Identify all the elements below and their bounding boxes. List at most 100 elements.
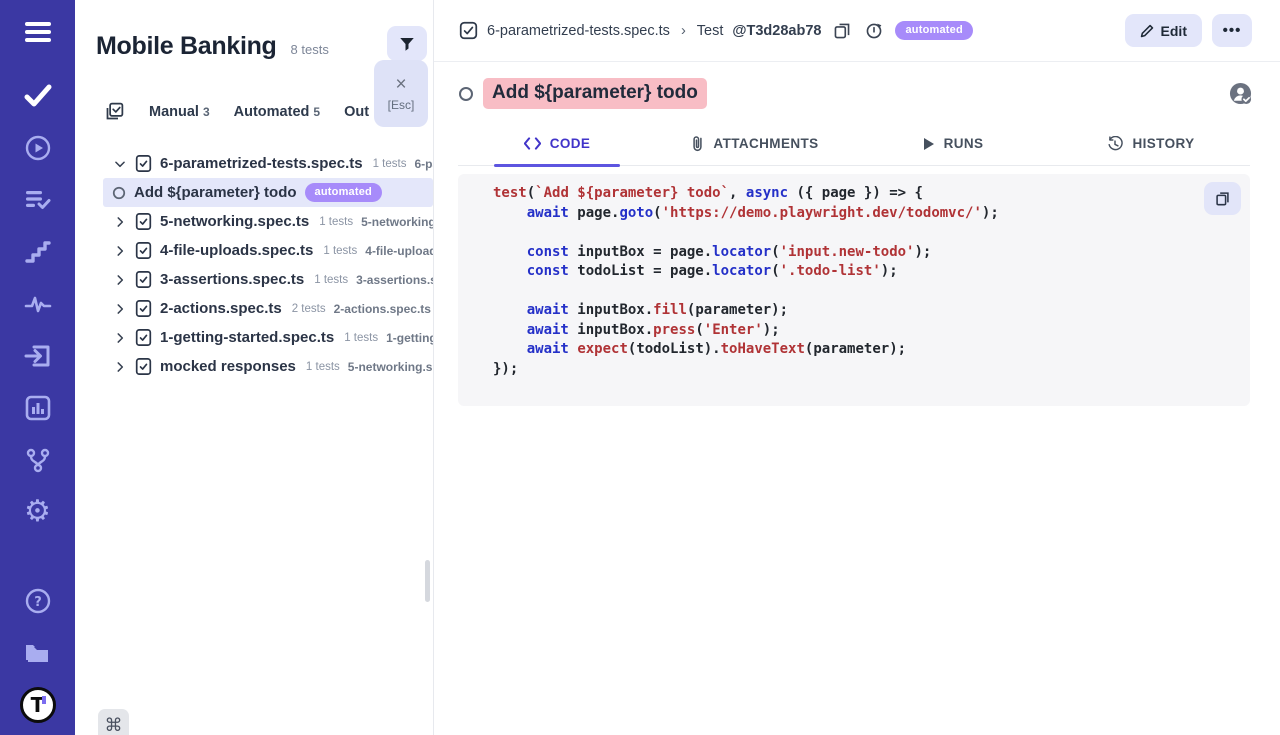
tree-row-suite-mocked-responses[interactable]: mocked responses 1 tests 5-networking.sp… [75, 352, 433, 381]
branch-icon [25, 447, 51, 473]
sidebar-item-tests[interactable] [0, 70, 75, 122]
logo-icon: T [20, 687, 56, 723]
chevron-right-icon[interactable] [113, 244, 127, 258]
tree-row-suite-2-actions[interactable]: 2-actions.spec.ts 2 tests 2-actions.spec… [75, 294, 433, 323]
copy-code-button[interactable] [1204, 182, 1241, 215]
folder-icon [24, 641, 52, 665]
sidebar-item-test-plans[interactable] [0, 174, 75, 226]
app-sidebar: ⚙ ? T [0, 0, 75, 735]
filter-button[interactable] [387, 26, 427, 61]
list-scrollbar-thumb[interactable] [425, 560, 430, 602]
detail-topbar: 6-parametrized-tests.spec.ts › Test @T3d… [434, 0, 1280, 62]
edit-button[interactable]: Edit [1125, 14, 1202, 47]
tree-row-suite-6-parametrized[interactable]: 6-parametrized-tests.spec.ts 1 tests 6-p… [75, 149, 433, 178]
avatar-check-icon [1229, 82, 1252, 105]
user-avatar[interactable] [1229, 82, 1252, 105]
filter-tabs: Manual3 Automated5 Out [104, 101, 369, 122]
code-block[interactable]: test(`Add ${parameter} todo`, async ({ p… [493, 184, 1230, 379]
chevron-right-icon[interactable] [113, 302, 127, 316]
test-detail-panel: 6-parametrized-tests.spec.ts › Test @T3d… [434, 0, 1280, 735]
test-status-circle-icon [459, 87, 473, 101]
spec-file-icon [135, 299, 152, 318]
tab-history[interactable]: HISTORY [1052, 124, 1250, 165]
tree-row-suite-1-getting-started[interactable]: 1-getting-started.spec.ts 1 tests 1-gett… [75, 323, 433, 352]
filter-tab-manual[interactable]: Manual3 [149, 104, 210, 120]
sidebar-item-branches[interactable] [0, 434, 75, 486]
filter-tab-outdated[interactable]: Out [344, 104, 369, 120]
sidebar-item-analytics[interactable] [0, 382, 75, 434]
chevron-right-icon[interactable] [113, 331, 127, 345]
tree-row-suite-3-assertions[interactable]: 3-assertions.spec.ts 1 tests 3-assertion… [75, 265, 433, 294]
paperclip-icon [691, 135, 704, 152]
sidebar-item-pulse[interactable] [0, 278, 75, 330]
breadcrumb-separator: › [679, 23, 688, 39]
close-icon[interactable]: × [395, 75, 406, 94]
code-icon [524, 137, 541, 150]
tree-row-suite-4-file-uploads[interactable]: 4-file-uploads.spec.ts 1 tests 4-file-up… [75, 236, 433, 265]
test-status-circle-icon [112, 186, 126, 200]
code-card: test(`Add ${parameter} todo`, async ({ p… [458, 174, 1250, 406]
pencil-icon [1140, 24, 1154, 38]
breadcrumb: 6-parametrized-tests.spec.ts › Test @T3d… [459, 21, 821, 40]
tab-attachments[interactable]: ATTACHMENTS [656, 124, 854, 165]
hamburger-icon [24, 21, 52, 43]
sidebar-item-steps[interactable] [0, 226, 75, 278]
more-actions-button[interactable]: ••• [1212, 14, 1252, 47]
test-tree: 6-parametrized-tests.spec.ts 1 tests 6-p… [75, 149, 433, 695]
spec-file-icon [135, 154, 152, 173]
help-icon: ? [25, 588, 51, 614]
copy-test-id-button[interactable] [831, 20, 853, 42]
task-check-icon [459, 21, 478, 40]
gear-icon: ⚙ [24, 497, 51, 527]
bar-chart-icon [25, 395, 51, 421]
spec-file-icon [135, 270, 152, 289]
breadcrumb-file[interactable]: 6-parametrized-tests.spec.ts [487, 23, 670, 39]
breadcrumb-label: Test [697, 23, 724, 39]
stairs-icon [25, 240, 51, 264]
copy-icon [833, 22, 851, 40]
sidebar-item-runs[interactable] [0, 122, 75, 174]
history-clock-icon [1107, 136, 1123, 152]
app-logo[interactable]: T [0, 679, 75, 731]
copy-icon [1214, 190, 1231, 207]
esc-hint: [Esc] [388, 98, 415, 112]
tree-row-suite-5-networking[interactable]: 5-networking.spec.ts 1 tests 5-networkin… [75, 207, 433, 236]
command-shortcut-button[interactable]: ⌘ [98, 709, 129, 735]
tests-count: 8 tests [291, 42, 329, 57]
spec-file-icon [135, 328, 152, 347]
check-icon [24, 84, 52, 108]
ellipsis-icon: ••• [1223, 22, 1242, 39]
checklist-icon [25, 189, 51, 211]
spec-file-icon [135, 241, 152, 260]
play-icon [923, 137, 935, 151]
test-title: Add ${parameter} todo [483, 78, 707, 109]
command-icon: ⌘ [105, 715, 123, 735]
test-list-panel: Mobile Banking 8 tests × [Esc] Manual3 A… [75, 0, 434, 735]
select-all-icon[interactable] [104, 101, 125, 122]
pulse-icon [24, 293, 52, 315]
chevron-right-icon[interactable] [113, 273, 127, 287]
test-title-row: Add ${parameter} todo [459, 78, 1252, 109]
svg-text:?: ? [34, 595, 42, 610]
hamburger-menu-button[interactable] [0, 6, 75, 58]
sidebar-item-settings[interactable]: ⚙ [0, 486, 75, 538]
automated-badge: automated [895, 21, 972, 40]
filter-popover: × [Esc] [374, 60, 428, 127]
chevron-down-icon[interactable] [113, 157, 127, 171]
tree-row-test-add-parameter-todo[interactable]: Add ${parameter} todo automated [103, 178, 433, 207]
tab-runs[interactable]: RUNS [854, 124, 1052, 165]
filter-tab-automated[interactable]: Automated5 [234, 104, 320, 120]
play-circle-icon [25, 135, 51, 161]
chevron-right-icon[interactable] [113, 215, 127, 229]
test-id: @T3d28ab78 [732, 23, 821, 39]
sidebar-item-import[interactable] [0, 330, 75, 382]
automated-badge: automated [305, 183, 382, 202]
recent-changes-button[interactable] [863, 20, 885, 42]
sidebar-item-projects[interactable] [0, 627, 75, 679]
tab-code[interactable]: CODE [458, 124, 656, 165]
clock-history-icon [865, 22, 883, 40]
spec-file-icon [135, 357, 152, 376]
spec-file-icon [135, 212, 152, 231]
chevron-right-icon[interactable] [113, 360, 127, 374]
sidebar-item-help[interactable]: ? [0, 575, 75, 627]
